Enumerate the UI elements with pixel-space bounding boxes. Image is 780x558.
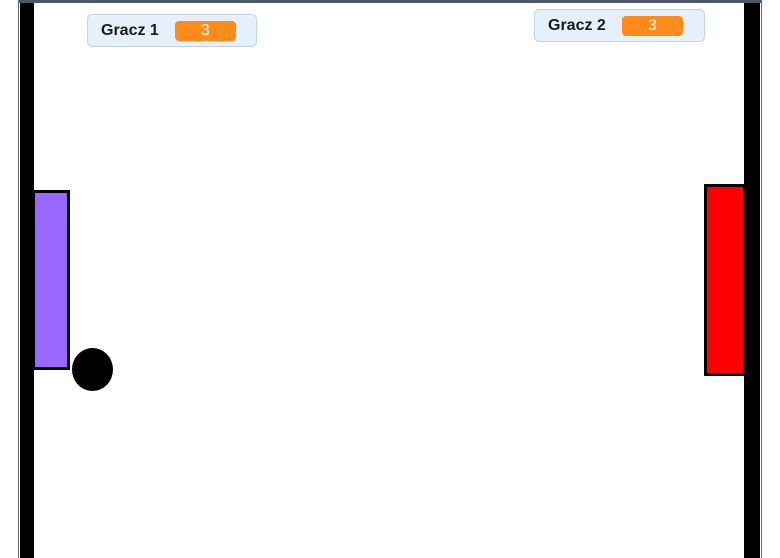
- player1-score-monitor[interactable]: Gracz 1 3: [87, 14, 257, 47]
- player2-paddle[interactable]: [704, 184, 746, 376]
- player2-score-label: Gracz 2: [548, 16, 606, 34]
- player2-score-value: 3: [621, 15, 683, 36]
- stage-left-edge: [18, 0, 19, 558]
- player1-paddle[interactable]: [32, 190, 70, 370]
- player2-score-monitor[interactable]: Gracz 2 3: [534, 9, 705, 42]
- player1-score-value: 3: [174, 20, 236, 41]
- stage-top-border: [18, 0, 762, 3]
- right-wall: [744, 3, 760, 558]
- stage-right-edge: [761, 0, 762, 558]
- ball: [72, 348, 113, 391]
- player1-score-label: Gracz 1: [101, 21, 159, 39]
- game-stage[interactable]: Gracz 1 3 Gracz 2 3: [0, 0, 780, 558]
